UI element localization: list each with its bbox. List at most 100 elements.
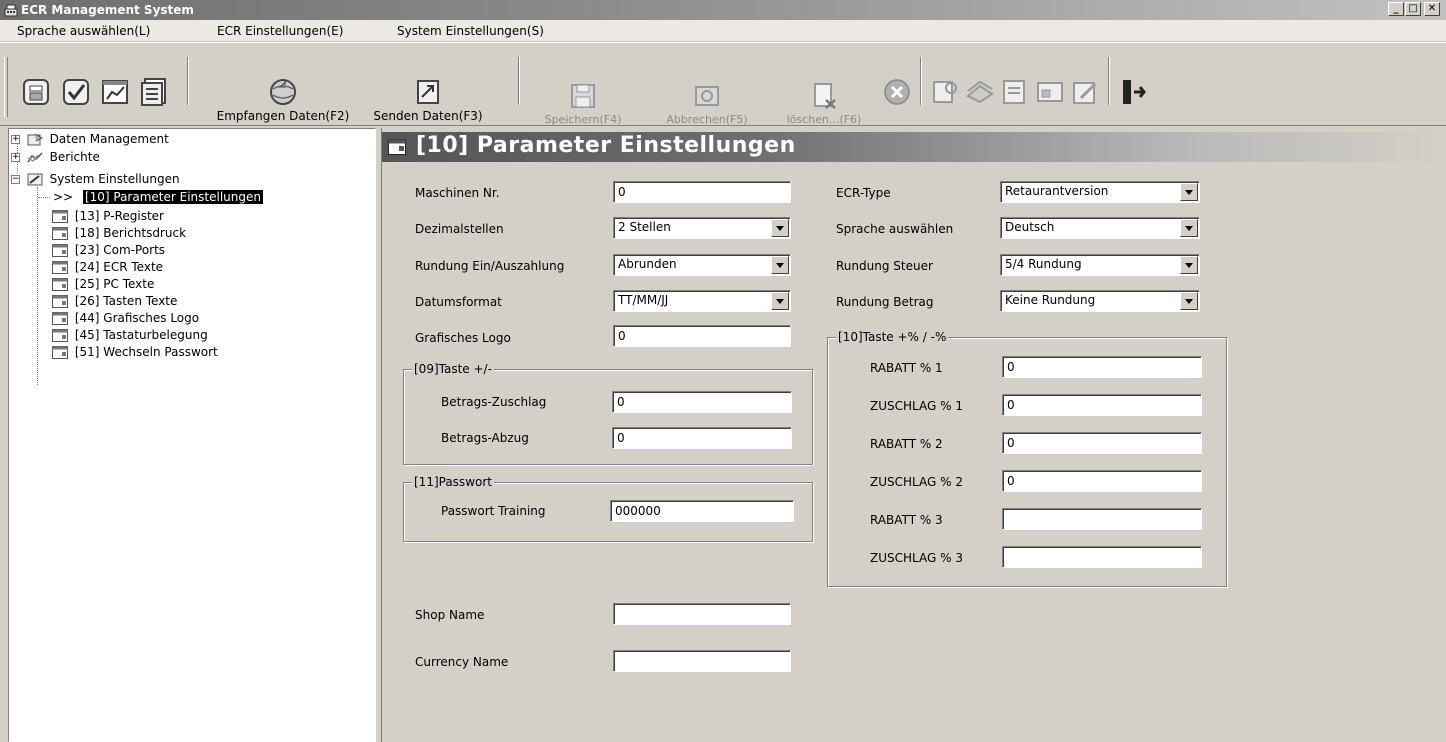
percent-key-group: [10]Taste +% / -% RABATT % 1 ZUSCHLAG % … bbox=[827, 330, 1227, 587]
password-training-input[interactable] bbox=[610, 500, 794, 522]
save-label: Speichern(F4) bbox=[544, 113, 622, 126]
tree-item-p-register[interactable]: [13] P-Register bbox=[38, 208, 164, 224]
rounding-tax-label: Rundung Steuer bbox=[836, 259, 933, 273]
maximize-button[interactable]: □ bbox=[1405, 2, 1421, 16]
graphic-logo-input[interactable] bbox=[613, 325, 791, 347]
chevron-down-icon[interactable] bbox=[1180, 292, 1198, 310]
rounding-inout-value: Abrunden bbox=[618, 257, 677, 271]
stack-icon[interactable] bbox=[961, 73, 999, 111]
expand-icon[interactable]: + bbox=[11, 135, 20, 144]
chart-icon[interactable] bbox=[96, 73, 134, 111]
chevron-down-icon[interactable] bbox=[1180, 219, 1198, 237]
edit-document-icon[interactable] bbox=[926, 73, 964, 111]
discount-3-input[interactable] bbox=[1002, 508, 1202, 530]
rounding-inout-label: Rundung Ein/Auszahlung bbox=[415, 259, 565, 273]
tree-item-com-ports[interactable]: [23] Com-Ports bbox=[38, 242, 165, 258]
tree-item-key-texts[interactable]: [26] Tasten Texte bbox=[38, 293, 177, 309]
exit-door-icon[interactable] bbox=[1113, 73, 1151, 111]
deduction-label: Betrags-Abzug bbox=[441, 431, 529, 445]
minimize-button[interactable]: _ bbox=[1388, 2, 1404, 16]
tree-item-reports[interactable]: + Berichte bbox=[11, 149, 100, 165]
chevron-down-icon[interactable] bbox=[771, 256, 789, 274]
cancel-label: Abbrechen(F5) bbox=[666, 113, 748, 126]
title-bar: ECR Management System _ □ ✕ bbox=[0, 0, 1446, 20]
data-management-icon bbox=[27, 133, 43, 146]
table-icon bbox=[52, 346, 68, 359]
card-icon[interactable] bbox=[1031, 73, 1069, 111]
discount-2-label: RABATT % 2 bbox=[870, 437, 943, 451]
tree-item-system-settings[interactable]: − System Einstellungen bbox=[11, 171, 180, 187]
ecr-type-label: ECR-Type bbox=[836, 186, 891, 200]
deduction-input[interactable] bbox=[612, 427, 792, 449]
ecr-type-select[interactable]: Retaurantversion bbox=[1000, 181, 1200, 203]
language-select[interactable]: Deutsch bbox=[1000, 217, 1200, 239]
discount-1-input[interactable] bbox=[1002, 356, 1202, 378]
reports-chart-icon bbox=[27, 152, 43, 163]
password-training-label: Passwort Training bbox=[441, 504, 546, 518]
tree-item-report-print[interactable]: [18] Berichtsdruck bbox=[38, 225, 186, 241]
discount-2-input[interactable] bbox=[1002, 432, 1202, 454]
tree-item-graphic-logo[interactable]: [44] Grafisches Logo bbox=[38, 310, 199, 326]
tree-item-keyboard-layout[interactable]: [45] Tastaturbelegung bbox=[38, 327, 208, 343]
save-button[interactable]: Speichern(F4) bbox=[530, 81, 636, 126]
collapse-icon[interactable]: − bbox=[11, 175, 20, 184]
surcharge-1-input[interactable] bbox=[1002, 394, 1202, 416]
table-icon bbox=[52, 244, 68, 257]
chevron-down-icon[interactable] bbox=[771, 292, 789, 310]
toolbar-grip[interactable] bbox=[4, 57, 8, 117]
toolbar-separator bbox=[518, 57, 520, 105]
surcharge-2-input[interactable] bbox=[1002, 470, 1202, 492]
checklist-icon[interactable] bbox=[57, 73, 95, 111]
menu-language[interactable]: Sprache auswählen(L) bbox=[17, 24, 150, 38]
list-icon[interactable] bbox=[136, 73, 174, 111]
machine-no-input[interactable] bbox=[613, 181, 791, 203]
tree-item-data-management[interactable]: + Daten Management bbox=[11, 131, 169, 147]
shop-name-input[interactable] bbox=[613, 603, 791, 625]
report-icon[interactable] bbox=[996, 73, 1034, 111]
rounding-inout-select[interactable]: Abrunden bbox=[613, 254, 791, 276]
send-icon bbox=[417, 80, 439, 104]
expand-icon[interactable]: + bbox=[11, 153, 20, 162]
decimals-value: 2 Stellen bbox=[618, 220, 671, 234]
key-plus-minus-title: [09]Taste +/- bbox=[412, 362, 494, 376]
tree-item-ecr-texts[interactable]: [24] ECR Texte bbox=[38, 259, 163, 275]
toolbar-separator bbox=[187, 57, 189, 105]
machine-no-label: Maschinen Nr. bbox=[415, 186, 500, 200]
register-icon[interactable] bbox=[17, 73, 55, 111]
tree-item-parameter-settings[interactable]: >> [10] Parameter Einstellungen bbox=[53, 189, 263, 205]
surcharge-input[interactable] bbox=[612, 391, 792, 413]
table-icon bbox=[52, 329, 68, 342]
receive-data-button[interactable]: Empfangen Daten(F2) bbox=[200, 77, 366, 123]
table-icon bbox=[52, 312, 68, 325]
table-icon bbox=[52, 227, 68, 240]
tree-item-change-password[interactable]: [51] Wechseln Passwort bbox=[38, 344, 218, 360]
menu-bar: Sprache auswählen(L) ECR Einstellungen(E… bbox=[0, 20, 1446, 42]
pencil-note-icon[interactable] bbox=[1066, 73, 1104, 111]
cancel-button[interactable]: Abbrechen(F5) bbox=[645, 81, 769, 126]
send-data-button[interactable]: Senden Daten(F3) bbox=[372, 77, 484, 123]
surcharge-3-input[interactable] bbox=[1002, 546, 1202, 568]
chevron-down-icon[interactable] bbox=[771, 219, 789, 237]
menu-ecr-settings[interactable]: ECR Einstellungen(E) bbox=[217, 24, 343, 38]
tree-item-pc-texts[interactable]: [25] PC Texte bbox=[38, 276, 154, 292]
delete-button[interactable]: löschen...(F6) bbox=[772, 81, 876, 126]
system-settings-icon bbox=[27, 173, 43, 186]
currency-name-input[interactable] bbox=[613, 650, 791, 672]
rounding-amount-select[interactable]: Keine Rundung bbox=[1000, 290, 1200, 312]
close-button[interactable]: ✕ bbox=[1424, 2, 1440, 16]
rounding-tax-select[interactable]: 5/4 Rundung bbox=[1000, 254, 1200, 276]
chevron-down-icon[interactable] bbox=[1180, 183, 1198, 201]
decimals-select[interactable]: 2 Stellen bbox=[613, 217, 791, 239]
discount-3-label: RABATT % 3 bbox=[870, 513, 943, 527]
window-title: ECR Management System bbox=[21, 3, 194, 17]
rounding-amount-value: Keine Rundung bbox=[1005, 293, 1096, 307]
rounding-tax-value: 5/4 Rundung bbox=[1005, 257, 1082, 271]
stop-icon[interactable] bbox=[878, 73, 916, 111]
date-format-select[interactable]: TT/MM/JJ bbox=[613, 290, 791, 312]
menu-system-settings[interactable]: System Einstellungen(S) bbox=[397, 24, 544, 38]
date-format-value: TT/MM/JJ bbox=[618, 293, 669, 307]
chevron-down-icon[interactable] bbox=[1180, 256, 1198, 274]
navigation-tree: + Daten Management + Berichte − System E… bbox=[8, 128, 376, 742]
send-data-label: Senden Daten(F3) bbox=[373, 109, 483, 123]
password-group-title: [11]Passwort bbox=[412, 475, 494, 489]
